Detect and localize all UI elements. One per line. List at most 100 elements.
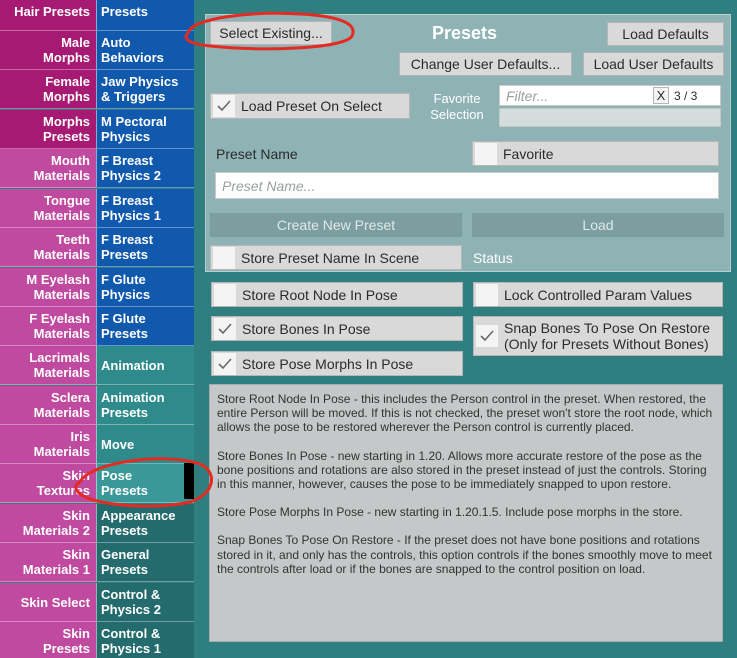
tab-label: Teeth Materials xyxy=(33,232,90,262)
checkmark-icon xyxy=(217,100,231,112)
tab-label: F Breast Physics 1 xyxy=(101,193,161,223)
tab-label: Appearance Presets xyxy=(101,508,176,538)
tab-scrollbar-thumb[interactable] xyxy=(184,463,194,499)
middle-tab-0[interactable]: Presets xyxy=(96,0,194,31)
left-tab-3[interactable]: Morphs Presets xyxy=(0,110,96,149)
toggle-label: Load Preset On Select xyxy=(241,98,382,114)
load-defaults-button[interactable]: Load Defaults xyxy=(607,22,724,46)
tab-label: F Glute Physics xyxy=(101,272,151,302)
tab-label: F Breast Physics 2 xyxy=(101,153,161,183)
store-root-node-toggle[interactable]: Store Root Node In Pose xyxy=(211,282,463,307)
store-pose-morphs-toggle[interactable]: Store Pose Morphs In Pose xyxy=(211,351,463,376)
filter-count: 3 / 3 xyxy=(674,89,698,103)
toggle-label: Snap Bones To Pose On Restore (Only for … xyxy=(504,320,710,352)
left-tab-10[interactable]: Sclera Materials xyxy=(0,386,96,425)
tab-label: Skin Presets xyxy=(43,626,90,656)
middle-tab-6[interactable]: F Breast Presets xyxy=(96,228,194,267)
tab-label: Morphs Presets xyxy=(43,114,90,144)
change-user-defaults-button[interactable]: Change User Defaults... xyxy=(399,52,572,76)
middle-tab-3[interactable]: M Pectoral Physics xyxy=(96,110,194,149)
checkbox xyxy=(475,142,497,165)
tab-label: F Breast Presets xyxy=(101,232,154,262)
left-tab-0[interactable]: Hair Presets xyxy=(0,0,96,31)
left-tab-13[interactable]: Skin Materials 2 xyxy=(0,504,96,543)
tab-label: Control & Physics 1 xyxy=(101,626,161,656)
create-new-preset-button[interactable]: Create New Preset xyxy=(210,213,462,237)
middle-tab-15[interactable]: Control & Physics 2 xyxy=(96,583,194,622)
toggle-label: Store Pose Morphs In Pose xyxy=(242,355,414,372)
left-tab-14[interactable]: Skin Materials 1 xyxy=(0,543,96,582)
left-tab-column: Hair Presets Male Morphs Female Morphs Morp… xyxy=(0,0,96,658)
load-button[interactable]: Load xyxy=(472,213,724,237)
left-tab-15[interactable]: Skin Select xyxy=(0,583,96,622)
store-preset-name-toggle[interactable]: Store Preset Name In Scene xyxy=(210,245,462,270)
store-bones-toggle[interactable]: Store Bones In Pose xyxy=(211,316,463,341)
snap-bones-toggle[interactable]: Snap Bones To Pose On Restore (Only for … xyxy=(473,316,723,356)
tab-label: Move xyxy=(101,436,135,452)
middle-tab-4[interactable]: F Breast Physics 2 xyxy=(96,149,194,188)
checkbox xyxy=(476,325,498,347)
load-user-defaults-button[interactable]: Load User Defaults xyxy=(583,52,724,76)
left-tab-5[interactable]: Tongue Materials xyxy=(0,189,96,228)
middle-tab-7[interactable]: F Glute Physics xyxy=(96,268,194,307)
help-paragraph: Store Pose Morphs In Pose - new starting… xyxy=(217,505,683,520)
left-tab-4[interactable]: Mouth Materials xyxy=(0,149,96,188)
tab-label: Auto Behaviors xyxy=(101,35,164,65)
checkbox xyxy=(213,95,235,117)
tab-label: M Pectoral Physics xyxy=(101,114,167,144)
toggle-label: Lock Controlled Param Values xyxy=(504,286,693,303)
favorite-toggle[interactable]: Favorite xyxy=(472,141,719,166)
select-existing-button[interactable]: Select Existing... xyxy=(210,21,332,45)
panel-title: Presets xyxy=(432,23,498,43)
checkbox xyxy=(214,352,236,375)
left-tab-6[interactable]: Teeth Materials xyxy=(0,228,96,267)
tab-label: Control & Physics 2 xyxy=(101,587,161,617)
favorite-selection-label: Favorite Selection xyxy=(430,91,484,122)
help-paragraph: Snap Bones To Pose On Restore - If the p… xyxy=(217,533,712,576)
middle-tab-16[interactable]: Control & Physics 1 xyxy=(96,622,194,658)
lock-controlled-param-toggle[interactable]: Lock Controlled Param Values xyxy=(473,282,723,307)
middle-tab-1[interactable]: Auto Behaviors xyxy=(96,31,194,70)
preset-name-placeholder: Preset Name... xyxy=(222,177,316,194)
filter-popup-field[interactable] xyxy=(499,108,721,127)
tab-label: F Eyelash Materials xyxy=(29,311,90,341)
filter-clear-button[interactable]: X xyxy=(653,87,669,104)
tab-label: Hair Presets xyxy=(14,3,90,19)
middle-tab-11[interactable]: Move xyxy=(96,425,194,464)
tab-label: Pose Presets xyxy=(101,468,148,498)
tab-label: Lacrimals Materials xyxy=(29,350,90,380)
tab-label: Animation xyxy=(101,357,165,373)
tab-label: Male Morphs xyxy=(43,35,90,65)
left-tab-1[interactable]: Male Morphs xyxy=(0,31,96,70)
middle-tab-14[interactable]: General Presets xyxy=(96,543,194,582)
left-tab-16[interactable]: Skin Presets xyxy=(0,622,96,658)
left-tab-8[interactable]: F Eyelash Materials xyxy=(0,307,96,346)
middle-tab-column: Presets Auto Behaviors Jaw Physics & Trigg… xyxy=(96,0,194,658)
help-paragraph: Store Root Node In Pose - this includes … xyxy=(217,392,713,435)
left-tab-11[interactable]: Iris Materials xyxy=(0,425,96,464)
middle-tab-5[interactable]: F Breast Physics 1 xyxy=(96,189,194,228)
middle-tab-9[interactable]: Animation xyxy=(96,346,194,385)
tab-label: Skin Select xyxy=(20,594,90,610)
toggle-label: Store Root Node In Pose xyxy=(242,286,398,303)
toggle-label: Store Bones In Pose xyxy=(242,320,371,337)
preset-name-row: Preset Name xyxy=(210,141,460,167)
filter-placeholder: Filter... xyxy=(506,87,549,104)
preset-name-input[interactable]: Preset Name... xyxy=(215,172,719,199)
middle-tab-12[interactable]: Pose Presets xyxy=(96,464,194,503)
tab-label: Tongue Materials xyxy=(33,193,90,223)
left-tab-2[interactable]: Female Morphs xyxy=(0,70,96,109)
toggle-label: Store Preset Name In Scene xyxy=(241,249,420,266)
presets-panel: Select Existing... Presets Load Defaults… xyxy=(205,14,731,272)
left-tab-12[interactable]: Skin Textures xyxy=(0,464,96,503)
tab-label: Mouth Materials xyxy=(33,153,90,183)
tab-label: Skin Materials 2 xyxy=(22,508,90,538)
left-tab-7[interactable]: M Eyelash Materials xyxy=(0,268,96,307)
middle-tab-10[interactable]: Animation Presets xyxy=(96,386,194,425)
middle-tab-2[interactable]: Jaw Physics & Triggers xyxy=(96,70,194,109)
middle-tab-13[interactable]: Appearance Presets xyxy=(96,504,194,543)
left-tab-9[interactable]: Lacrimals Materials xyxy=(0,346,96,385)
middle-tab-8[interactable]: F Glute Presets xyxy=(96,307,194,346)
load-preset-on-select-toggle[interactable]: Load Preset On Select xyxy=(210,93,410,119)
checkbox xyxy=(476,283,498,306)
